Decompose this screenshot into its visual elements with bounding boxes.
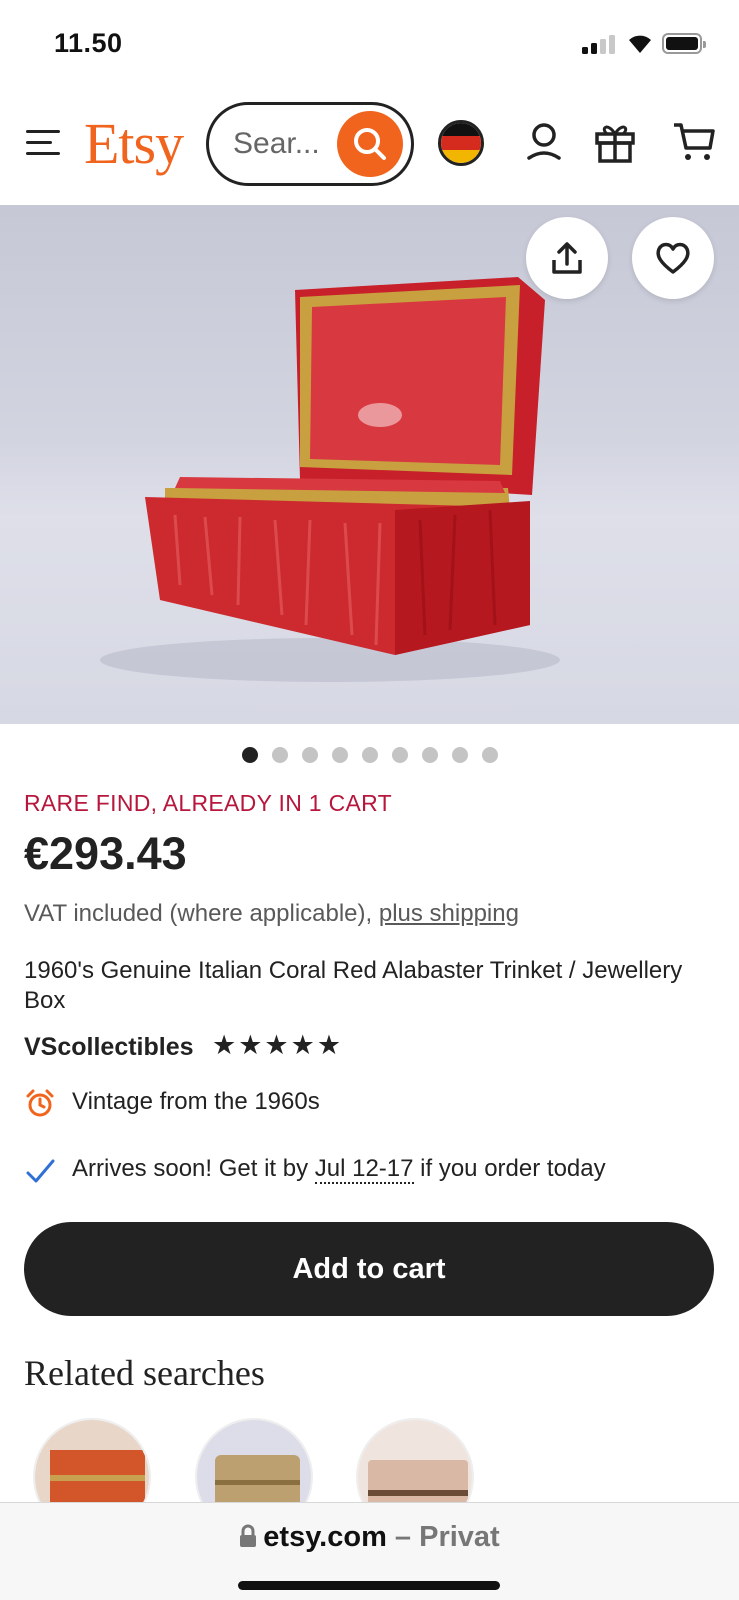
- home-indicator[interactable]: [238, 1581, 500, 1590]
- browser-address-bar[interactable]: etsy.com – Privat: [0, 1502, 739, 1600]
- hamburger-menu-icon[interactable]: [26, 128, 60, 156]
- heart-icon: [656, 242, 690, 274]
- url-display[interactable]: etsy.com – Privat: [0, 1521, 739, 1554]
- search-button[interactable]: [337, 111, 403, 177]
- cart-icon[interactable]: [672, 120, 716, 164]
- pagination-dot[interactable]: [361, 747, 378, 763]
- arrival-dates[interactable]: Jul 12-17: [314, 1155, 414, 1184]
- product-price: €293.43: [24, 828, 187, 879]
- rating-stars[interactable]: ★★★★★: [212, 1030, 343, 1061]
- shop-name-link[interactable]: VScollectibles: [24, 1033, 194, 1062]
- vat-text: VAT included (where applicable),: [24, 900, 379, 927]
- pagination-dot[interactable]: [241, 747, 258, 763]
- image-pagination: [0, 747, 739, 765]
- related-searches-heading: Related searches: [24, 1353, 265, 1393]
- vat-note: VAT included (where applicable), plus sh…: [24, 900, 519, 928]
- pagination-dot[interactable]: [301, 747, 318, 763]
- product-image[interactable]: [0, 205, 739, 724]
- etsy-logo[interactable]: Etsy: [84, 110, 184, 177]
- pagination-dot[interactable]: [421, 747, 438, 763]
- url-separator: –: [386, 1521, 420, 1553]
- trinket-box-photo: [100, 277, 560, 682]
- vintage-text: Vintage from the 1960s: [72, 1088, 320, 1115]
- germany-flag-icon[interactable]: [438, 120, 484, 166]
- share-button[interactable]: [526, 217, 608, 299]
- pagination-dot[interactable]: [271, 747, 288, 763]
- urgency-message: RARE FIND, ALREADY IN 1 CART: [24, 790, 392, 816]
- favorite-button[interactable]: [632, 217, 714, 299]
- battery-icon: [662, 33, 706, 54]
- alarm-clock-icon: [26, 1089, 54, 1117]
- site-header: Etsy Sear...: [0, 98, 739, 198]
- search-placeholder: Sear...: [233, 127, 320, 160]
- url-domain: etsy.com: [263, 1521, 387, 1553]
- checkmark-icon: [26, 1159, 55, 1183]
- search-icon: [354, 128, 386, 160]
- add-to-cart-button[interactable]: Add to cart: [24, 1222, 714, 1316]
- pagination-dot[interactable]: [391, 747, 408, 763]
- account-icon[interactable]: [524, 120, 564, 164]
- arrival-prefix: Arrives soon! Get it by: [72, 1155, 315, 1182]
- arrival-text: Arrives soon! Get it by Jul 12-17 if you…: [72, 1155, 606, 1184]
- pagination-dot[interactable]: [331, 747, 348, 763]
- cellular-signal-icon: [582, 34, 616, 54]
- search-input[interactable]: Sear...: [206, 102, 414, 186]
- arrival-suffix: if you order today: [413, 1155, 606, 1182]
- status-bar: 11.50: [0, 0, 739, 90]
- pagination-dot[interactable]: [481, 747, 498, 763]
- wifi-icon: [629, 35, 651, 53]
- shipping-link[interactable]: plus shipping: [379, 900, 519, 927]
- pagination-dot[interactable]: [451, 747, 468, 763]
- share-icon: [552, 242, 582, 274]
- lock-icon: [240, 1524, 257, 1547]
- status-time: 11.50: [54, 28, 123, 58]
- gift-icon[interactable]: [594, 120, 636, 164]
- browsing-mode: Privat: [419, 1521, 500, 1553]
- product-title: 1960's Genuine Italian Coral Red Alabast…: [24, 957, 683, 1014]
